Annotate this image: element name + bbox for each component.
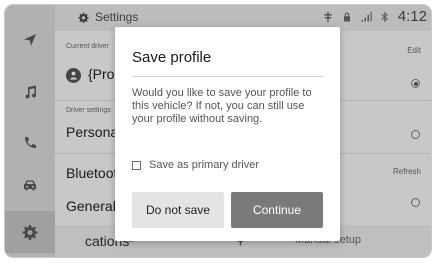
- save-profile-dialog: Save profile Would you like to save your…: [115, 27, 340, 241]
- screen-frame: Settings 4:12 Current driver Edit {Pro D…: [4, 4, 432, 258]
- do-not-save-button[interactable]: Do not save: [132, 192, 224, 228]
- dialog-divider: [132, 76, 323, 77]
- dialog-title: Save profile: [132, 49, 212, 66]
- primary-driver-label[interactable]: Save as primary driver: [149, 159, 259, 171]
- primary-driver-option[interactable]: Save as primary driver: [132, 159, 259, 171]
- primary-driver-checkbox[interactable]: [132, 160, 141, 170]
- dialog-message: Would you like to save your profile to t…: [132, 87, 312, 125]
- continue-button[interactable]: Continue: [231, 192, 323, 228]
